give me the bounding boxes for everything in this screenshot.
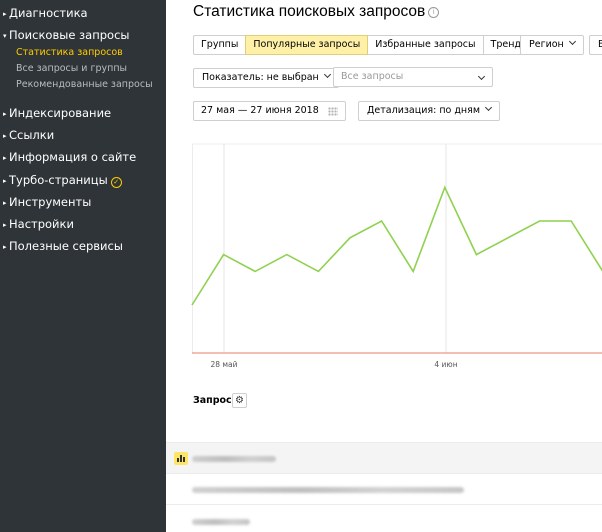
bar-chart-icon[interactable] [174, 452, 188, 465]
main-content: Статистика поисковых запросов i Группы По… [166, 0, 602, 532]
nav-item-turbo-pages[interactable]: ▸ Турбо-страницы ✓ [3, 171, 122, 189]
table-row[interactable] [166, 473, 602, 504]
line-chart: 28 май 4 июн [191, 142, 602, 372]
subnav-item-recommended-queries[interactable]: Рекомендованные запросы [16, 77, 153, 92]
extra-dropdown[interactable]: В [589, 35, 602, 55]
nav-item-links[interactable]: ▸ Ссылки [3, 126, 54, 144]
chart-x-tick-label: 28 май [210, 360, 237, 369]
table-row[interactable] [166, 504, 602, 532]
nav-item-useful-services[interactable]: ▸ Полезные сервисы [3, 237, 123, 255]
sidebar: ▸ Диагностика ▾ Поисковые запросы Статисти… [0, 0, 166, 532]
chevron-down-icon [484, 103, 493, 112]
info-icon[interactable]: i [428, 7, 440, 18]
query-text-redacted [192, 456, 276, 462]
tab-popular-queries[interactable]: Популярные запросы [245, 35, 369, 55]
chart-x-tick-label: 4 июн [434, 360, 457, 369]
table-row[interactable] [166, 442, 602, 473]
query-text-redacted [192, 487, 464, 493]
rocket-badge-icon: ✓ [110, 177, 122, 188]
chart-series-line [191, 185, 602, 306]
subnav-item-query-stats[interactable]: Статистика запросов [16, 45, 123, 60]
nav-item-tools[interactable]: ▸ Инструменты [3, 193, 91, 211]
detail-dropdown[interactable]: Детализация: по дням [358, 101, 501, 121]
nav-item-diagnostics[interactable]: ▸ Диагностика [3, 4, 88, 22]
chart-x-axis: 28 май 4 июн [210, 360, 457, 369]
gear-icon[interactable]: ⚙ [232, 393, 247, 408]
chart-grid [192, 143, 602, 354]
nav-item-search-queries[interactable]: ▾ Поисковые запросы [3, 26, 129, 44]
chart-svg: 28 май 4 июн [191, 143, 602, 369]
date-range-input[interactable]: 27 мая — 27 июня 2018 [193, 101, 346, 121]
nav-item-indexing[interactable]: ▸ Индексирование [3, 104, 111, 122]
chart-series [191, 185, 602, 306]
region-dropdown[interactable]: Регион [520, 35, 584, 55]
chevron-down-icon [323, 70, 331, 79]
subnav-item-all-queries[interactable]: Все запросы и группы [16, 61, 127, 76]
tab-groups[interactable]: Группы [193, 35, 247, 55]
calendar-icon[interactable] [328, 107, 338, 116]
indicator-dropdown[interactable]: Показатель: не выбран [193, 68, 339, 88]
nav-item-settings[interactable]: ▸ Настройки [3, 215, 74, 233]
tab-favorite-queries[interactable]: Избранные запросы [367, 35, 484, 55]
queries-select[interactable]: Все запросы [333, 67, 493, 87]
chevron-down-icon [477, 72, 486, 81]
report-tabs: Группы Популярные запросы Избранные запр… [193, 35, 529, 55]
nav-item-site-info[interactable]: ▸ Информация о сайте [3, 148, 136, 166]
query-text-redacted [192, 519, 250, 525]
chevron-down-icon [568, 37, 576, 46]
query-column-header: Запрос [193, 395, 232, 406]
page-title: Статистика поисковых запросов i [193, 3, 440, 21]
